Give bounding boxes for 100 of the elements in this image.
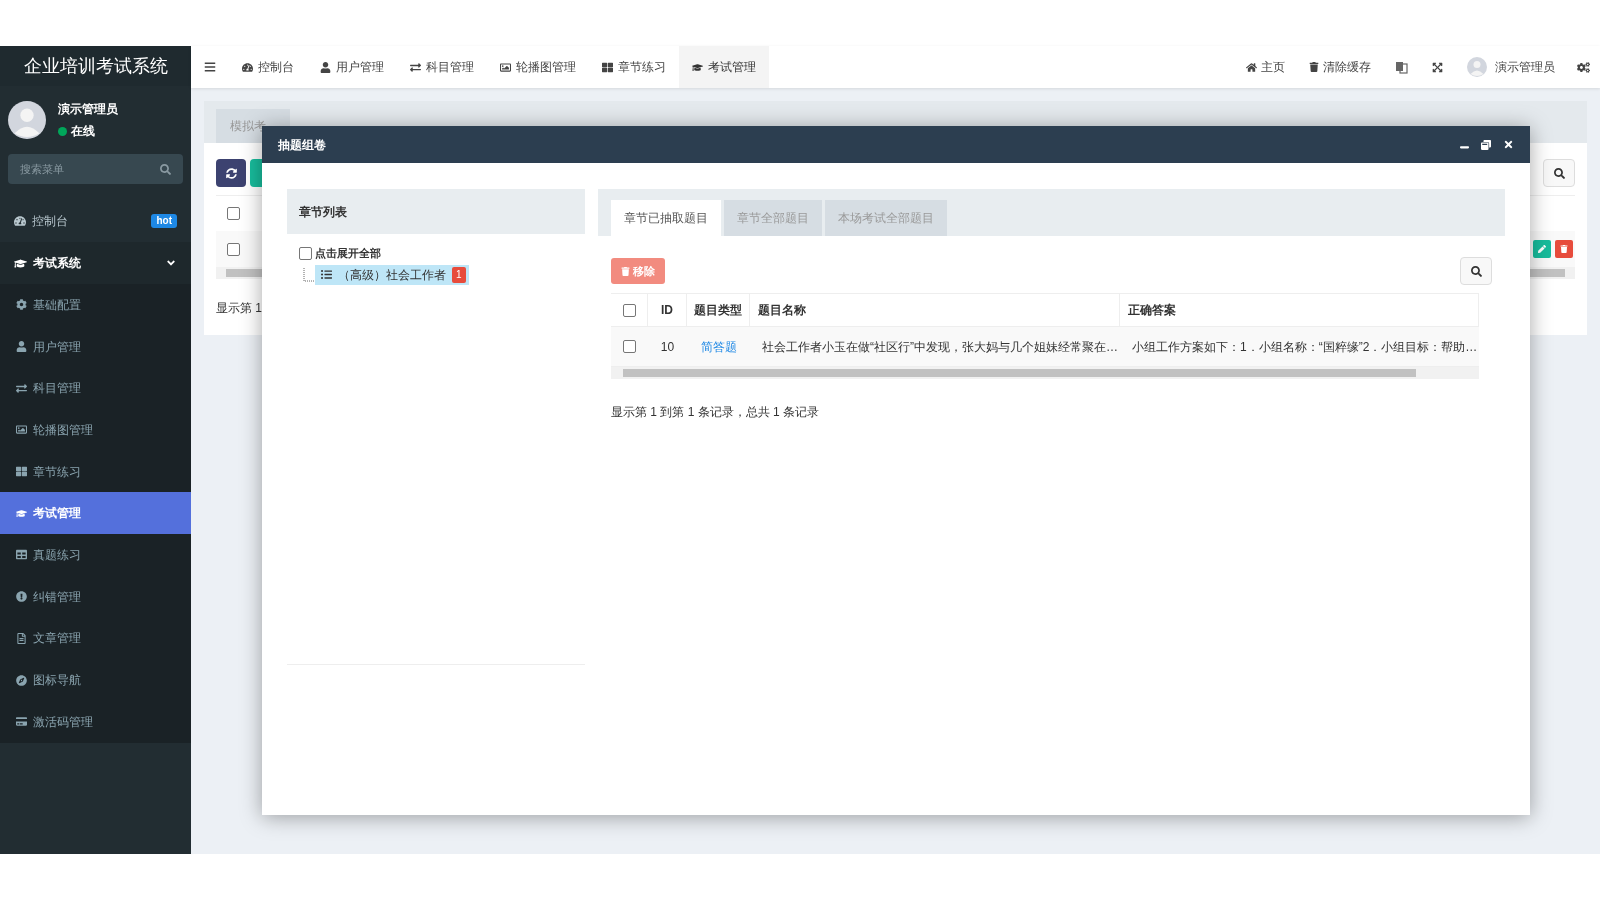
grid-icon [16, 466, 27, 478]
compass-icon [16, 674, 27, 686]
menu-item[interactable]: 图标导航 [0, 659, 191, 701]
restore-icon[interactable] [1481, 139, 1491, 150]
hot-badge: hot [151, 214, 177, 228]
expand-all-label[interactable]: 点击展开全部 [315, 245, 381, 262]
menu-group[interactable]: 考试系统 [0, 242, 191, 284]
dashboard-icon [242, 61, 253, 73]
user-name: 演示管理员 [58, 101, 118, 118]
menu-label: 控制台 [32, 213, 69, 230]
menu-item[interactable]: 考试管理 [0, 492, 191, 535]
menu-label: 考试管理 [33, 505, 81, 523]
user-icon [16, 341, 27, 353]
nav-tab[interactable]: 用户管理 [307, 46, 397, 88]
tree-connector [303, 267, 315, 282]
avatar-icon [1467, 57, 1487, 77]
image-icon [500, 61, 511, 73]
exclamation-icon [16, 591, 27, 603]
home-icon [1246, 61, 1257, 73]
column-header: 题目名称 [758, 302, 806, 319]
menu-label: 轮播图管理 [33, 421, 93, 439]
search-icon [1470, 265, 1482, 277]
user-name[interactable]: 演示管理员 [1495, 58, 1555, 76]
menu-item[interactable]: 章节练习 [0, 450, 191, 493]
fullscreen-icon [1432, 61, 1443, 73]
column-header: ID [661, 302, 673, 319]
search-button[interactable] [1543, 159, 1575, 187]
nav-tab[interactable]: 控制台 [229, 46, 307, 88]
checkbox[interactable] [299, 246, 312, 260]
user-status: 在线 [71, 123, 95, 140]
edit-button[interactable] [1533, 240, 1551, 258]
refresh-button[interactable] [216, 159, 246, 187]
menu-label: 纠错管理 [33, 588, 81, 606]
dashboard-icon [14, 215, 26, 227]
app-title: 企业培训考试系统 [23, 54, 168, 78]
menu-label: 激活码管理 [33, 713, 93, 731]
count-badge: 1 [452, 266, 466, 283]
menu-item[interactable]: 纠错管理 [0, 575, 191, 618]
settings-icon [1577, 60, 1590, 74]
clear-cache-button[interactable]: 清除缓存 [1297, 58, 1383, 76]
tab[interactable]: 章节已抽取题目 [611, 200, 721, 236]
arrows-icon [410, 61, 421, 73]
checkbox[interactable] [227, 207, 240, 220]
graduation-cap-icon [692, 61, 703, 73]
graduation-cap-icon [16, 507, 27, 519]
table-icon [16, 549, 27, 561]
search-icon [160, 164, 171, 175]
menu-label: 用户管理 [33, 338, 81, 356]
nav-tab[interactable]: 轮播图管理 [487, 46, 589, 88]
menu-item[interactable]: 控制台 hot [0, 200, 191, 242]
node-label: （高级）社会工作者 [338, 266, 446, 284]
menu-item[interactable]: 文章管理 [0, 617, 191, 660]
table-cell-text: 10 [660, 338, 675, 356]
trash-icon [621, 266, 630, 276]
pagination-info: 显示第 1 [216, 301, 262, 315]
menu-icon [204, 61, 216, 73]
scrollbar[interactable] [611, 367, 1479, 379]
search-icon [1553, 167, 1565, 179]
dialog-title: 抽题组卷 [278, 136, 326, 154]
menu-label: 图标导航 [33, 672, 81, 690]
menu-item[interactable]: 用户管理 [0, 325, 191, 368]
checkbox[interactable] [227, 242, 240, 256]
menu-item[interactable]: 激活码管理 [0, 700, 191, 743]
close-icon[interactable] [1503, 139, 1514, 150]
checkbox[interactable] [623, 340, 636, 353]
home-link[interactable]: 主页 [1234, 58, 1297, 76]
checkbox[interactable] [622, 303, 636, 317]
image-icon [16, 424, 27, 436]
panel-title: 章节列表 [299, 203, 347, 221]
translate-icon [1395, 60, 1408, 74]
nav-tab[interactable]: 科目管理 [397, 46, 487, 88]
search-button[interactable] [1460, 257, 1492, 285]
trash-icon [1309, 62, 1319, 72]
delete-button[interactable] [1555, 240, 1573, 258]
grid-icon [602, 61, 613, 73]
user-icon [320, 61, 331, 73]
gear-icon [16, 299, 27, 311]
arrows-icon [16, 382, 27, 394]
menu-item[interactable]: 真题练习 [0, 534, 191, 576]
menu-item[interactable]: 基础配置 [0, 284, 191, 326]
type-link[interactable]: 简答题 [700, 337, 737, 356]
nav-tab[interactable]: 章节练习 [589, 46, 679, 88]
search-field[interactable]: 搜索菜单 [8, 154, 183, 184]
menu-label: 章节练习 [33, 463, 81, 481]
document-icon [16, 632, 27, 644]
menu-label: 科目管理 [33, 380, 81, 398]
pencil-icon [1538, 245, 1546, 253]
menu-label: 真题练习 [33, 546, 81, 564]
column-header: 正确答案 [1128, 302, 1176, 319]
trash-icon [1560, 245, 1568, 253]
menu-label: 文章管理 [33, 630, 81, 648]
column-header: 题目类型 [694, 302, 742, 319]
list-icon [321, 269, 332, 280]
nav-tab[interactable]: 考试管理 [679, 46, 769, 88]
tree-node[interactable]: （高级）社会工作者 1 [315, 264, 469, 285]
menu-item[interactable]: 科目管理 [0, 367, 191, 410]
menu-item[interactable]: 轮播图管理 [0, 409, 191, 451]
refresh-icon [225, 167, 237, 179]
menu-label: 基础配置 [33, 296, 81, 314]
avatar-icon [8, 101, 46, 139]
